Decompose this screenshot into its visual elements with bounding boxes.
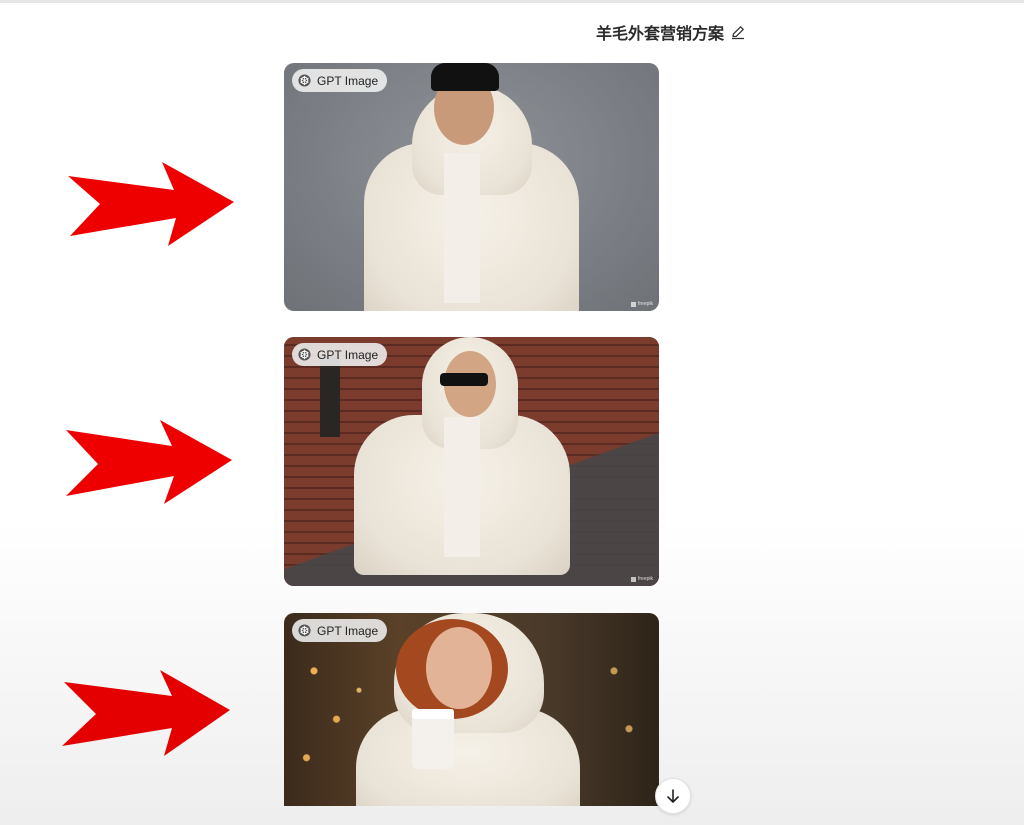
- openai-logo-icon: [298, 348, 311, 361]
- openai-logo-icon: [298, 624, 311, 637]
- gpt-image-badge: GPT Image: [292, 69, 388, 92]
- generated-image: [284, 337, 659, 586]
- generated-image-card[interactable]: GPT Image freepik: [284, 63, 659, 311]
- chat-title: 羊毛外套营销方案: [596, 24, 725, 43]
- badge-label: GPT Image: [317, 623, 379, 638]
- openai-logo-icon: [298, 74, 311, 87]
- badge-label: GPT Image: [317, 347, 379, 362]
- generated-image: [284, 63, 659, 311]
- badge-label: GPT Image: [317, 73, 379, 88]
- generated-image-card[interactable]: GPT Image freepik: [284, 337, 659, 586]
- scroll-to-bottom-button[interactable]: [655, 778, 691, 814]
- generated-image-card[interactable]: GPT Image: [284, 613, 659, 806]
- red-arrow-icon: [68, 162, 234, 246]
- chat-title-bar: 羊毛外套营销方案: [596, 20, 746, 44]
- red-arrow-icon: [66, 420, 232, 504]
- top-divider: [0, 0, 1024, 3]
- gpt-image-badge: GPT Image: [292, 343, 388, 366]
- arrow-down-icon: [667, 789, 679, 803]
- watermark: freepik: [630, 301, 653, 307]
- red-arrow-icon: [62, 670, 230, 756]
- gpt-image-badge: GPT Image: [292, 619, 388, 642]
- pencil-icon[interactable]: [730, 24, 746, 40]
- watermark: freepik: [630, 576, 653, 582]
